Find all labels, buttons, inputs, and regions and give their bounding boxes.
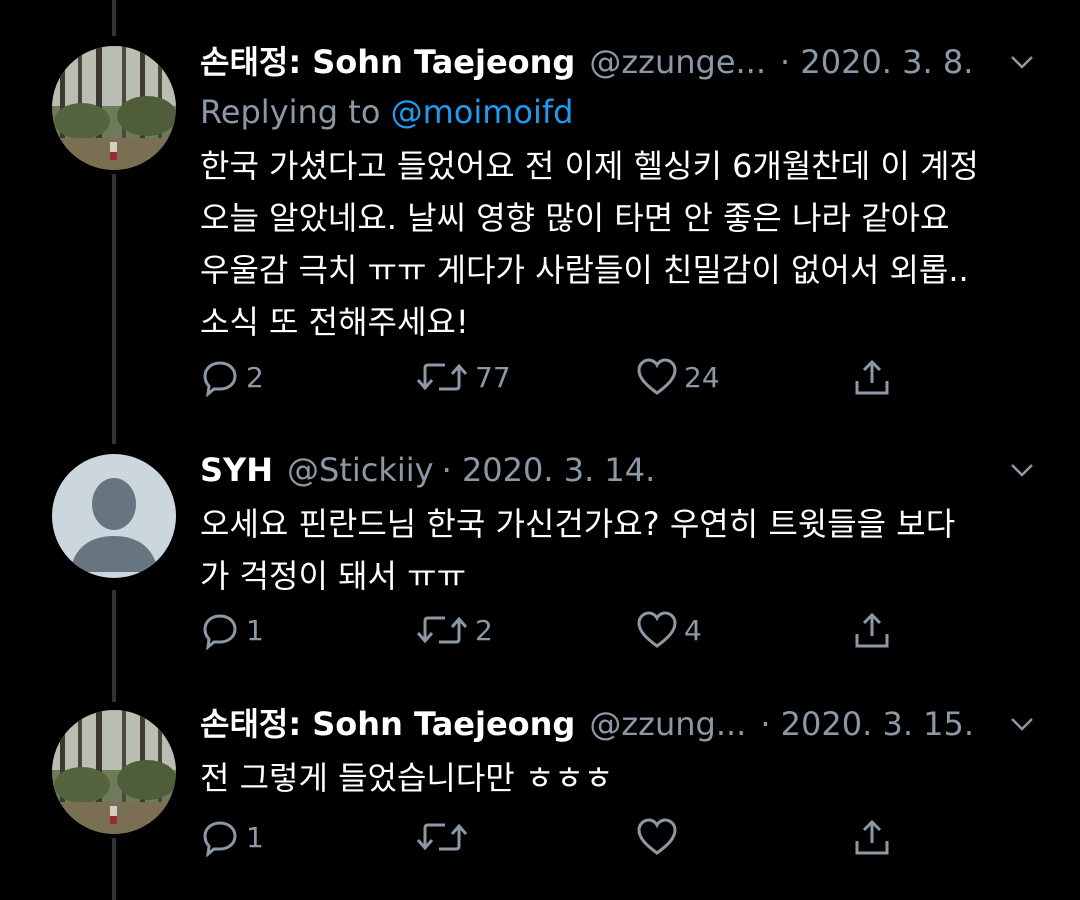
like-icon (637, 611, 677, 648)
retweet-button[interactable]: 2 (415, 608, 493, 652)
chevron-down-icon[interactable] (1008, 52, 1036, 72)
tweet[interactable]: 손태정: Sohn Taejeong @zzung... · 2020. 3. … (200, 702, 1050, 804)
tweet-date[interactable]: · 2020. 3. 14. (442, 448, 656, 492)
tweet-actions: 1 (200, 815, 900, 859)
author-handle[interactable]: @zzunge... (589, 40, 766, 84)
replying-to-handle[interactable]: @moimoifd (391, 93, 574, 131)
reply-button[interactable]: 1 (200, 815, 264, 859)
author-name[interactable]: 손태정: Sohn Taejeong (200, 40, 575, 84)
retweet-icon (416, 363, 468, 391)
retweet-icon (416, 616, 468, 644)
like-count: 24 (684, 360, 720, 394)
tweet-actions: 1 2 4 (200, 608, 900, 652)
tweet-text: 전 그렇게 들었습니다만 ㅎㅎㅎ (200, 752, 1050, 804)
like-icon (637, 818, 677, 855)
reply-icon (203, 361, 237, 397)
tweet-text-line: 소식 또 전해주세요! (200, 303, 469, 341)
retweet-button[interactable] (415, 815, 475, 859)
tweet-text-line: 전 그렇게 들었습니다만 ㅎㅎㅎ (200, 759, 614, 797)
share-icon (855, 819, 889, 855)
author-handle[interactable]: @zzung... (589, 702, 746, 746)
replying-to: Replying to @moimoifd (200, 90, 1050, 134)
tweet-text-line: 한국 가셨다고 들었어요 전 이제 헬싱키 6개월찬데 이 계정 (200, 147, 979, 185)
thread-line (112, 590, 116, 702)
tweet-text: 한국 가셨다고 들었어요 전 이제 헬싱키 6개월찬데 이 계정 오늘 알았네요… (200, 140, 1050, 348)
tweet-header: SYH @Stickiiy · 2020. 3. 14. (200, 448, 1050, 492)
tweet-text: 오세요 핀란드님 한국 가신건가요? 우연히 트윗들을 보다 가 걱정이 돼서 … (200, 498, 1050, 602)
tweet[interactable]: 손태정: Sohn Taejeong @zzunge... · 2020. 3.… (200, 40, 1050, 348)
tweet-actions: 2 77 24 (200, 355, 900, 399)
reply-count: 1 (246, 820, 264, 854)
tweet-date[interactable]: · 2020. 3. 8. (780, 40, 973, 84)
thread-line (112, 0, 116, 36)
reply-button[interactable]: 2 (200, 355, 264, 399)
share-button[interactable] (852, 355, 892, 399)
reply-button[interactable]: 1 (200, 608, 264, 652)
reply-icon (203, 821, 237, 857)
replying-to-label: Replying to (200, 93, 381, 131)
author-name[interactable]: SYH (200, 448, 273, 492)
retweet-button[interactable]: 77 (415, 355, 511, 399)
like-button[interactable]: 24 (636, 355, 720, 399)
author-name[interactable]: 손태정: Sohn Taejeong (200, 702, 575, 746)
tweet[interactable]: SYH @Stickiiy · 2020. 3. 14. 오세요 핀란드님 한국… (200, 448, 1050, 602)
share-button[interactable] (852, 608, 892, 652)
tweet-text-line: 우울감 극치 ㅠㅠ 게다가 사람들이 친밀감이 없어서 외롭.. (200, 251, 969, 289)
tweet-date[interactable]: · 2020. 3. 15. (760, 702, 974, 746)
retweet-icon (416, 823, 468, 851)
chevron-down-icon[interactable] (1008, 460, 1036, 480)
tweet-header: 손태정: Sohn Taejeong @zzung... · 2020. 3. … (200, 702, 1050, 746)
tweet-text-line: 가 걱정이 돼서 ㅠㅠ (200, 557, 467, 595)
reply-count: 2 (246, 360, 264, 394)
share-button[interactable] (852, 815, 892, 859)
tweet-text-line: 오늘 알았네요. 날씨 영향 많이 타면 안 좋은 나라 같아요 (200, 199, 950, 237)
avatar[interactable] (52, 710, 176, 834)
tweet-text-line: 오세요 핀란드님 한국 가신건가요? 우연히 트윗들을 보다 (200, 505, 956, 543)
author-handle[interactable]: @Stickiiy (287, 448, 434, 492)
share-icon (855, 612, 889, 648)
like-count: 4 (684, 613, 702, 647)
like-icon (637, 358, 677, 395)
reply-icon (203, 614, 237, 650)
thread-line (112, 838, 116, 900)
share-icon (855, 359, 889, 395)
tweet-header: 손태정: Sohn Taejeong @zzunge... · 2020. 3.… (200, 40, 1050, 84)
chevron-down-icon[interactable] (1008, 714, 1036, 734)
reply-count: 1 (246, 613, 264, 647)
retweet-count: 2 (475, 613, 493, 647)
avatar[interactable] (52, 454, 176, 578)
thread-line (112, 174, 116, 444)
retweet-count: 77 (475, 360, 511, 394)
like-button[interactable] (636, 815, 684, 859)
avatar[interactable] (52, 46, 176, 170)
like-button[interactable]: 4 (636, 608, 702, 652)
